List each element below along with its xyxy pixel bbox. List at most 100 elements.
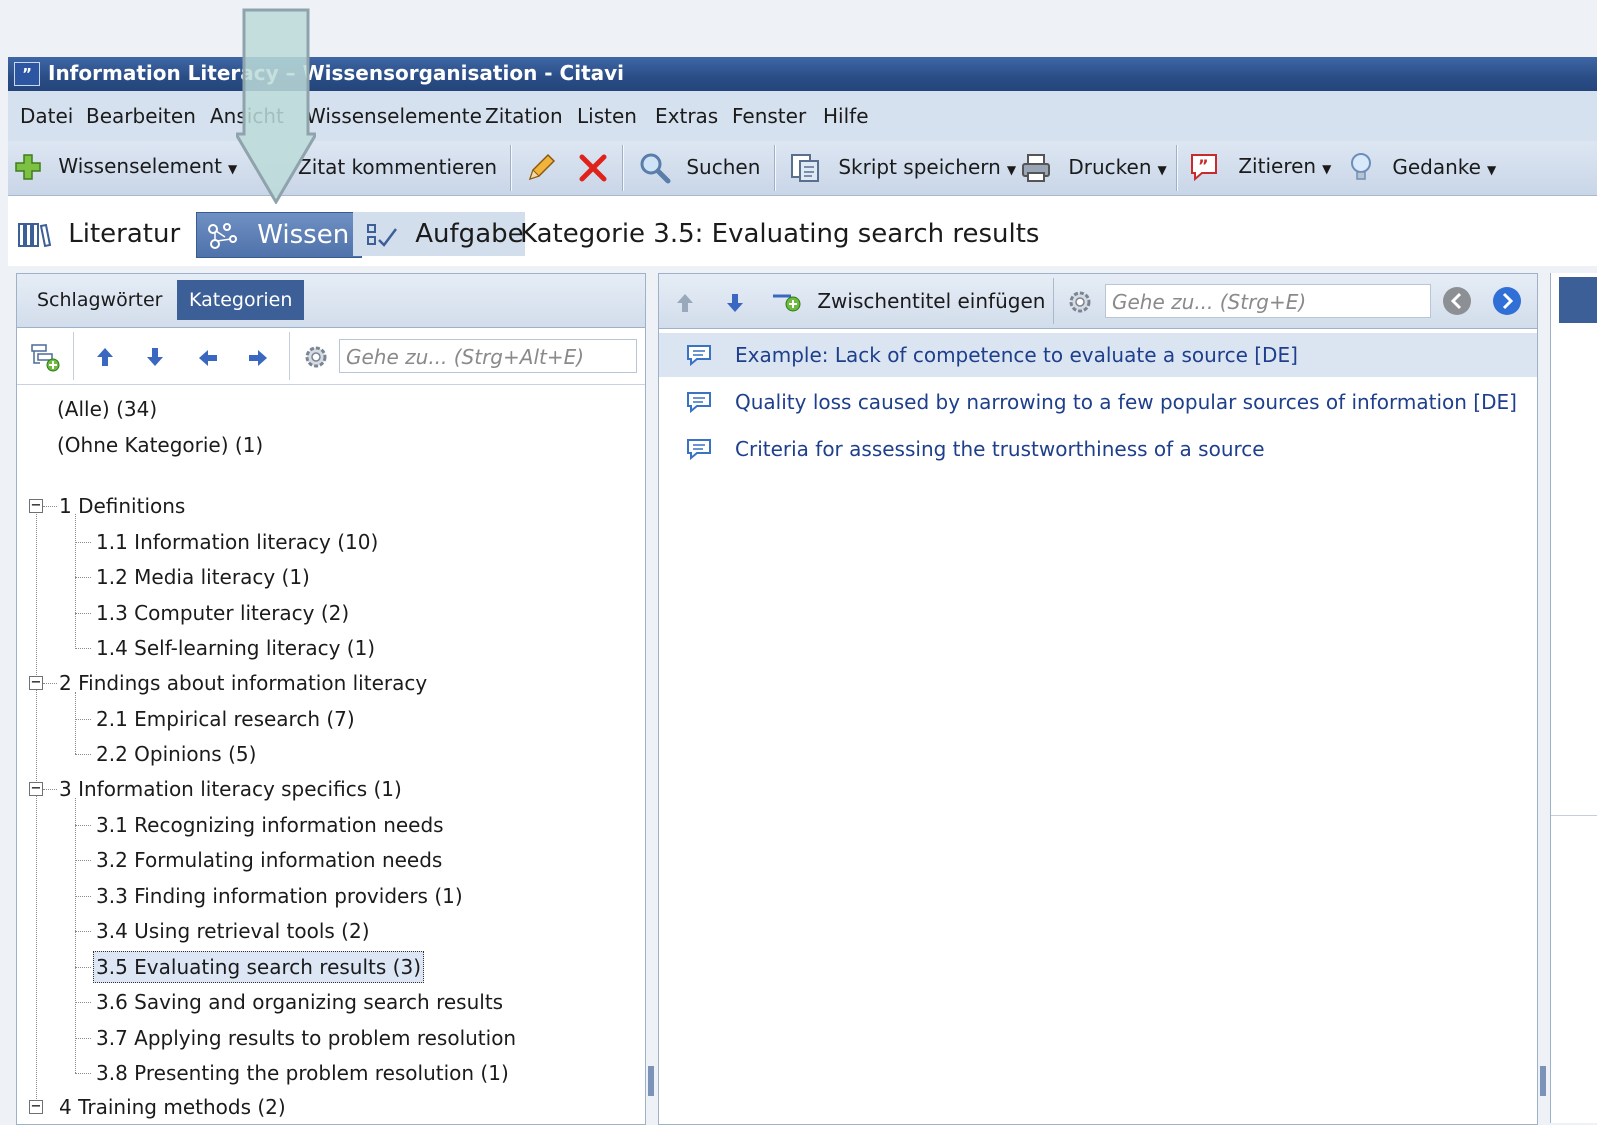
save-script-button[interactable]: Skript speichern ▼ [788,151,1016,185]
collapse-icon[interactable]: − [29,782,43,796]
tree-item[interactable]: 1.2 Media literacy (1) [96,562,310,592]
tree-item[interactable]: 3.1 Recognizing information needs [96,810,444,840]
tree-group-4[interactable]: 4 Training methods (2) [59,1092,286,1122]
tree-item[interactable]: 3.6 Saving and organizing search results [96,987,503,1017]
tree-group-1[interactable]: 1 Definitions [59,491,185,521]
tree-item[interactable]: 3.4 Using retrieval tools (2) [96,916,370,946]
tab-schlagwoerter[interactable]: Schlagwörter [25,280,174,320]
toolbar-divider [1053,278,1054,324]
tab-kategorien[interactable]: Kategorien [177,280,305,320]
edit-button[interactable] [524,151,558,190]
knowledge-item-row[interactable]: Quality loss caused by narrowing to a fe… [659,380,1537,424]
chevron-down-icon: ▼ [1322,161,1332,176]
tree-item-selected[interactable]: 3.5 Evaluating search results (3) [93,951,424,983]
delete-button[interactable] [576,151,610,190]
add-knowledge-item-button[interactable]: Wissenselement ▼ [14,153,237,181]
tree-group-2[interactable]: 2 Findings about information literacy [59,668,427,698]
arrow-up-icon[interactable] [95,346,115,368]
forward-icon[interactable] [1491,285,1523,317]
arrow-up-icon[interactable] [675,292,695,314]
arrow-right-icon[interactable] [247,348,269,368]
arrow-down-icon[interactable] [145,346,165,368]
comment-icon [687,439,711,461]
tree-connector [75,1073,91,1074]
nav-wissen[interactable]: Wissen [196,212,363,258]
tree-connector [75,648,91,649]
menu-extras[interactable]: Extras [655,104,718,128]
tree-item[interactable]: 3.7 Applying results to problem resoluti… [96,1023,516,1053]
tree-item[interactable]: 1.3 Computer literacy (2) [96,598,349,628]
tree-connector [75,860,91,861]
search-button[interactable]: Suchen [638,151,760,185]
tree-item[interactable]: 1.4 Self-learning literacy (1) [96,633,375,663]
splitter-handle[interactable] [648,1066,654,1096]
category-toolbar: Gehe zu... (Strg+Alt+E) [17,328,645,385]
zitat-kommentieren-label: Zitat kommentieren [298,155,498,179]
back-icon[interactable] [1441,285,1473,317]
tree-connector [75,542,91,543]
toolbar-divider [73,332,74,380]
nav-aufgaben[interactable]: Aufgaben [353,212,525,256]
cite-button[interactable]: ” Zitieren ▼ [1188,151,1331,183]
knowledge-item-row[interactable]: Example: Lack of competence to evaluate … [659,333,1537,377]
tree-connector [36,514,37,1099]
arrow-left-icon[interactable] [197,348,219,368]
toolbar-divider [622,145,624,191]
tree-item[interactable]: 1.1 Information literacy (10) [96,527,378,557]
splitter-handle[interactable] [1540,1066,1546,1096]
menu-fenster[interactable]: Fenster [732,104,806,128]
new-category-icon[interactable] [29,342,63,372]
tree-group-3[interactable]: 3 Information literacy specifics (1) [59,774,402,804]
arrow-down-icon[interactable] [725,292,745,314]
tree-connector [43,683,57,684]
right-panel-tab[interactable] [1559,277,1597,323]
knowledge-search-input[interactable]: Gehe zu... (Strg+E) [1105,284,1431,318]
tree-connector [75,798,76,1073]
chevron-down-icon: ▼ [1006,162,1017,177]
menu-zitation[interactable]: Zitation [485,104,563,128]
tree-connector [75,692,76,754]
tree-item[interactable]: 3.8 Presenting the problem resolution (1… [96,1058,509,1088]
gear-icon[interactable] [301,342,331,372]
tree-connector [75,514,76,647]
zitat-kommentieren-button[interactable]: Zitat kommentieren [298,155,497,179]
tree-item[interactable]: 2.2 Opinions (5) [96,739,256,769]
knowledge-item-title: Example: Lack of competence to evaluate … [735,343,1298,367]
tree-item[interactable]: 2.1 Empirical research (7) [96,704,355,734]
category-search-input[interactable]: Gehe zu... (Strg+Alt+E) [339,339,637,373]
knowledge-item-row[interactable]: Criteria for assessing the trustworthine… [659,427,1537,471]
thought-button[interactable]: Gedanke ▼ [1348,151,1496,185]
nav-aufgaben-label: Aufgaben [415,219,525,249]
tree-connector [75,931,91,932]
knowledge-network-icon [208,222,237,249]
collapse-icon[interactable]: − [29,676,43,690]
print-button[interactable]: Drucken ▼ [1020,151,1167,185]
tree-item[interactable]: 3.2 Formulating information needs [96,845,442,875]
quote-bubble-icon: ” [1191,154,1217,182]
category-heading: Kategorie 3.5: Evaluating search results [520,219,1040,249]
menu-hilfe[interactable]: Hilfe [823,104,869,128]
task-checklist-icon [367,223,397,247]
nav-literatur[interactable]: Literatur [16,212,180,256]
tree-item[interactable]: 3.3 Finding information providers (1) [96,881,463,911]
toolbar-divider [289,332,290,380]
nav-wissen-label: Wissen [257,220,350,250]
menu-bearbeiten[interactable]: Bearbeiten [86,104,196,128]
printer-icon [1022,154,1050,182]
insert-subheading-button[interactable]: Zwischentitel einfügen [769,284,1045,318]
tree-connector [75,719,91,720]
knowledge-items-panel: Zwischentitel einfügen Gehe zu... (Strg+… [658,273,1538,1125]
books-icon [18,222,52,247]
menu-listen[interactable]: Listen [577,104,637,128]
collapse-icon[interactable]: − [29,499,43,513]
tree-item-all[interactable]: (Alle) (34) [57,394,157,424]
insert-subheading-label: Zwischentitel einfügen [817,289,1046,313]
collapse-icon[interactable]: − [29,1100,43,1114]
lightbulb-icon [1351,153,1371,180]
annotation-arrow-icon [236,8,316,204]
menu-wissenselemente[interactable]: Wissenselemente [306,104,482,128]
tree-item-none[interactable]: (Ohne Kategorie) (1) [57,430,263,460]
gear-icon[interactable] [1065,287,1095,317]
right-panel [1550,273,1597,1123]
menu-datei[interactable]: Datei [20,104,73,128]
